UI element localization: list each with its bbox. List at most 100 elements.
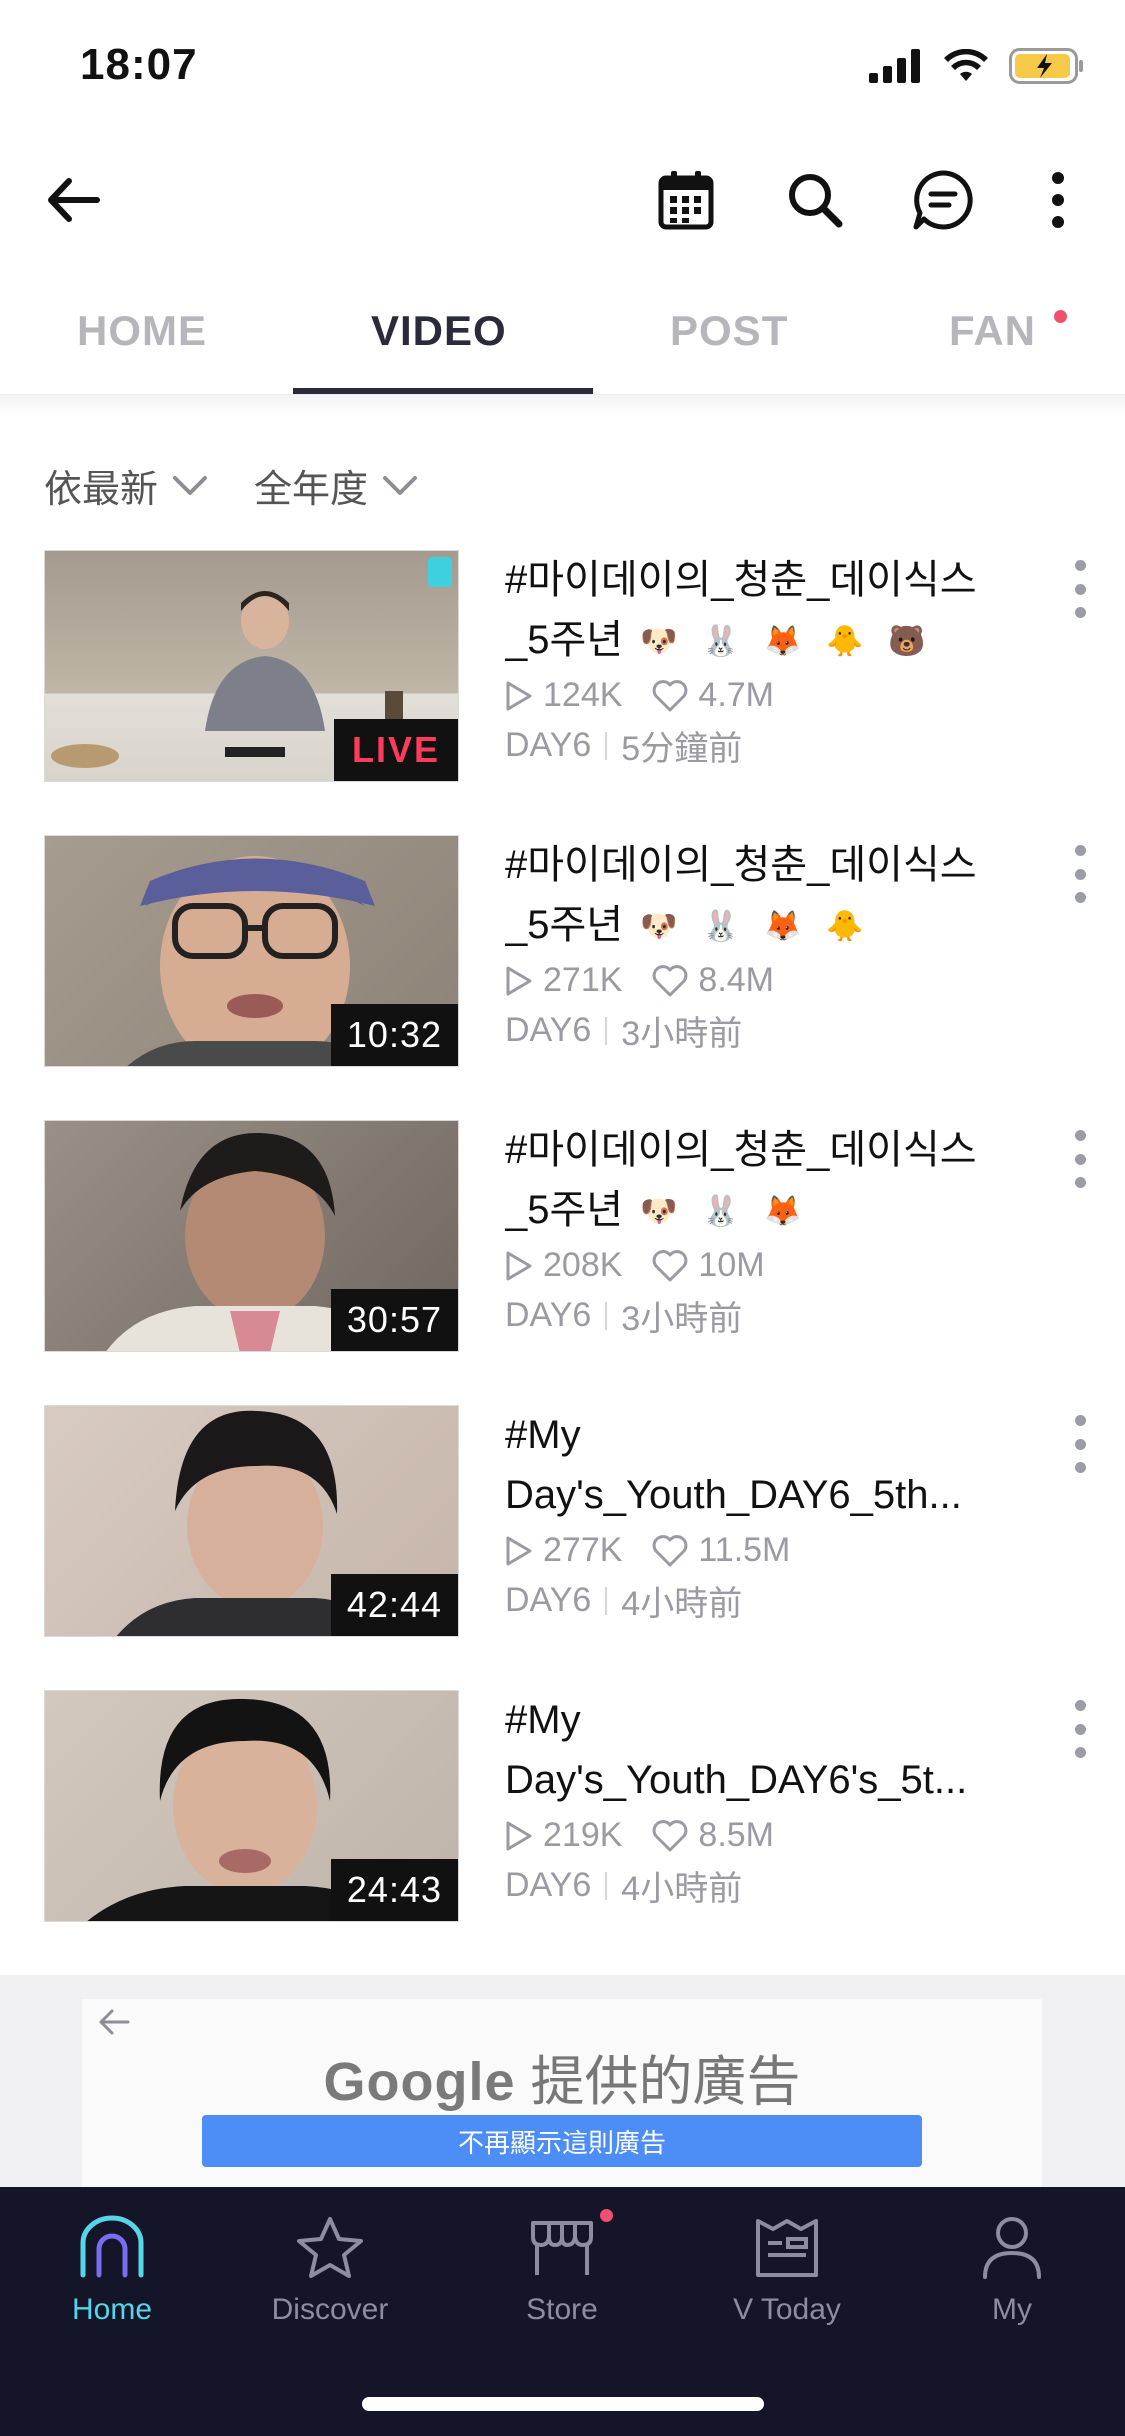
channel-name: DAY6 [505,1296,592,1334]
video-info: #마이데이의_청춘_데이식스 _5주년 🐶 🐰 🦊 208K 10M DAY6 3小時… [505,1120,1025,1340]
video-item[interactable]: 30:57 #마이데이의_청춘_데이식스 _5주년 🐶 🐰 🦊 208K 10M DA… [0,1120,1125,1352]
emoji-row: 🐶 🐰 🦊 🐥 [633,901,871,953]
video-stats: 219K 8.5M [505,1816,1025,1855]
tabbar-label: My [992,2293,1032,2326]
emoji-row: 🐶 🐰 🦊 [633,1186,809,1238]
person-icon [983,2217,1041,2279]
dog-emoji: 🐶 [640,625,678,659]
video-thumbnail[interactable]: 42:44 [44,1405,459,1637]
live-badge: LIVE [333,719,458,781]
calendar-icon [658,171,714,230]
video-item[interactable]: 10:32 #마이데이의_청춘_데이식스 _5주년 🐶 🐰 🦊 🐥 271K 8.4M … [0,835,1125,1067]
ad-back-arrow-icon[interactable] [96,2007,132,2037]
video-thumbnail[interactable]: 24:43 [44,1690,459,1922]
calendar-button[interactable] [641,150,731,250]
more-options-button[interactable] [1013,150,1103,250]
video-thumbnail[interactable]: LIVE [44,550,459,782]
rabbit-emoji: 🐰 [702,910,740,944]
ad-area: Google 提供的廣告 不再顯示這則廣告 [0,1975,1125,2187]
fox-emoji: 🦊 [764,625,802,659]
heart-icon [653,1819,688,1851]
tab-home[interactable]: HOME [77,307,207,355]
video-duration: 30:57 [330,1289,458,1351]
ad-label: Google 提供的廣告 [82,2037,1042,2116]
star-icon [297,2217,363,2278]
back-button[interactable] [28,150,118,250]
heart-icon [653,964,688,996]
active-tab-indicator [293,388,593,394]
upload-time: 3小時前 [621,1015,743,1053]
emoji-row: 🐶 🐰 🦊 🐥 🐻 [633,616,933,668]
wifi-icon [944,49,988,81]
dog-emoji: 🐶 [640,1195,678,1229]
video-meta: DAY6 3小時前 [505,1291,1025,1340]
video-title: #My [505,1698,581,1742]
video-title: #마이데이의_청춘_데이식스 [505,558,977,602]
tab-post[interactable]: POST [670,307,788,355]
video-item[interactable]: 24:43 #My Day's_Youth_DAY6's_5t... 219K … [0,1690,1125,1922]
tabbar-label: V Today [733,2293,841,2326]
tabbar-store[interactable]: Store [472,2215,652,2365]
tab-video[interactable]: VIDEO [371,307,507,355]
play-count: 271K [543,961,623,999]
play-icon [506,1536,532,1565]
video-more-button[interactable] [1060,1694,1100,1764]
chat-bubble-icon [913,170,973,230]
video-item[interactable]: LIVE #마이데이의_청춘_데이식스 _5주년 🐶 🐰 🦊 🐥 🐻 124K 4.7M … [0,550,1125,782]
sort-dropdown[interactable]: 依最新 [44,458,208,513]
video-title-line2: _5주년 🐶 🐰 🦊 🐥 [505,895,1025,955]
play-count: 208K [543,1246,623,1284]
like-count: 8.5M [698,1816,774,1854]
video-stats: 208K 10M [505,1246,1025,1285]
video-title-line2: _5주년 🐶 🐰 🦊 🐥 🐻 [505,610,1025,670]
play-count: 277K [543,1531,623,1569]
like-count: 11.5M [698,1531,791,1569]
video-duration: 10:32 [330,1004,458,1066]
chevron-down-icon [383,475,418,495]
tabbar-v-today[interactable]: V Today [697,2215,877,2365]
video-more-button[interactable] [1060,1124,1100,1194]
video-title: #My [505,1413,581,1457]
back-arrow-icon [48,178,100,222]
video-more-button[interactable] [1060,554,1100,624]
google-logo: Google [323,2052,516,2112]
video-duration: 42:44 [330,1574,458,1636]
store-notification-dot [600,2209,613,2222]
video-title-line2: Day's_Youth_DAY6_5th... [505,1473,962,1517]
like-count: 8.4M [698,961,774,999]
upload-time: 5分鐘前 [621,730,743,768]
heart-icon [653,679,688,711]
video-thumbnail[interactable]: 30:57 [44,1120,459,1352]
chat-button[interactable] [898,150,988,250]
dog-emoji: 🐶 [640,910,678,944]
channel-tabs: HOME VIDEO POST FAN [0,285,1125,395]
tab-fan[interactable]: FAN [949,307,1036,355]
tabbar-discover[interactable]: Discover [240,2215,420,2365]
ad-text: 提供的廣告 [530,2052,801,2112]
video-title-line2: Day's_Youth_DAY6's_5t... [505,1758,968,1802]
chick-emoji: 🐥 [826,625,864,659]
home-indicator[interactable] [362,2397,764,2411]
year-dropdown[interactable]: 全年度 [254,458,418,513]
video-title: #마이데이의_청춘_데이식스 [505,843,977,887]
video-thumbnail[interactable]: 10:32 [44,835,459,1067]
video-more-button[interactable] [1060,1409,1100,1479]
upload-time: 4小時前 [621,1870,743,1908]
channel-name: DAY6 [505,1011,592,1049]
status-time: 18:07 [80,40,198,89]
heart-icon [653,1249,688,1281]
play-icon [506,681,532,710]
store-icon [531,2221,593,2275]
video-item[interactable]: 42:44 #My Day's_Youth_DAY6_5th... 277K 1… [0,1405,1125,1637]
tabbar-home[interactable]: Home [22,2215,202,2365]
search-button[interactable] [770,150,860,250]
year-label: 全年度 [254,469,369,511]
video-more-button[interactable] [1060,839,1100,909]
hide-ad-button[interactable]: 不再顯示這則廣告 [202,2115,922,2167]
vlive-logo [428,557,452,587]
tabbar-my[interactable]: My [922,2215,1102,2365]
rabbit-emoji: 🐰 [702,1195,740,1229]
like-count: 4.7M [698,676,774,714]
home-icon [80,2215,144,2278]
calendar-flag-icon [756,2219,818,2277]
